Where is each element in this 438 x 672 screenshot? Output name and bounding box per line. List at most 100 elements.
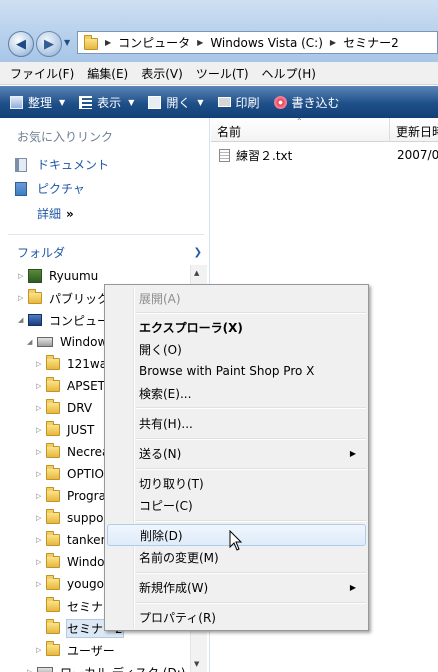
favorite-link-documents[interactable]: ドキュメント — [15, 156, 109, 173]
menu-separator — [136, 438, 366, 440]
expand-arrow-icon[interactable]: ▷ — [36, 514, 46, 522]
more-links[interactable]: 詳細 » — [37, 205, 74, 222]
menu-item-new[interactable]: 新規作成(W) ▶ — [107, 576, 366, 598]
favorite-link-pictures[interactable]: ピクチャ — [15, 180, 85, 197]
menu-item-share[interactable]: 共有(H)... — [107, 412, 366, 434]
open-icon — [148, 95, 162, 109]
menu-item-label: 開く(O) — [139, 342, 182, 357]
menu-item-label: 送る(N) — [139, 446, 182, 461]
menu-separator — [136, 407, 366, 409]
column-header-date[interactable]: 更新日時 — [396, 123, 438, 140]
menu-item-search[interactable]: 検索(E)... — [107, 382, 366, 404]
print-label: 印刷 — [235, 95, 260, 110]
address-bar[interactable]: ▶ コンピュータ ▶ Windows Vista (C:) ▶ セミナー2 — [77, 31, 438, 54]
expand-arrow-icon[interactable]: ▷ — [36, 558, 46, 566]
tree-item-folder[interactable]: ▷ DRV — [36, 397, 92, 419]
scroll-down-icon[interactable]: ▼ — [194, 660, 199, 668]
column-header-row: 名前 ⌃ 更新日時 — [211, 117, 438, 142]
menu-file[interactable]: ファイル(F) — [10, 65, 74, 82]
expand-arrow-icon[interactable]: ▷ — [36, 448, 46, 456]
folder-icon — [46, 421, 60, 436]
menu-item-properties[interactable]: プロパティ(R) — [107, 606, 366, 628]
pane-divider — [8, 234, 204, 235]
breadcrumb-drive[interactable]: Windows Vista (C:) — [210, 36, 323, 50]
folder-icon — [28, 289, 42, 304]
expand-arrow-icon[interactable]: ▷ — [36, 536, 46, 544]
folder-icon — [46, 509, 60, 524]
organize-button[interactable]: 整理 ▼ — [10, 94, 65, 111]
print-button[interactable]: 印刷 — [217, 94, 260, 111]
folder-icon — [84, 35, 98, 50]
open-button[interactable]: 開く ▼ — [148, 94, 204, 111]
expand-arrow-icon[interactable]: ▷ — [36, 492, 46, 500]
expand-arrow-icon[interactable]: ▷ — [27, 668, 37, 672]
file-row[interactable]: 練習２.txt 2007/0 — [215, 145, 438, 165]
menu-item-label: プロパティ(R) — [139, 610, 216, 625]
file-name: 練習２.txt — [236, 148, 293, 163]
collapse-arrow-icon[interactable]: ◢ — [27, 338, 37, 346]
breadcrumb-separator-icon[interactable]: ▶ — [105, 38, 111, 47]
menu-item-label: 共有(H)... — [139, 416, 193, 431]
burn-button[interactable]: 書き込む — [273, 94, 340, 111]
breadcrumb-computer[interactable]: コンピュータ — [118, 34, 190, 51]
forward-button[interactable]: ▶ — [36, 31, 62, 57]
menu-tools[interactable]: ツール(T) — [196, 65, 249, 82]
expand-arrow-icon[interactable]: ▷ — [36, 646, 46, 654]
menu-item-label: 削除(D) — [140, 528, 183, 543]
tree-item-ryuumu[interactable]: ▷ Ryuumu — [18, 265, 98, 287]
tree-item-folder[interactable]: ▷ yougo — [36, 573, 104, 595]
drive-icon — [37, 337, 53, 347]
folders-header[interactable]: フォルダ ❯ — [8, 242, 206, 262]
tree-item-folder[interactable]: ▷ JUST — [36, 419, 94, 441]
favorite-links-title: お気に入りリンク — [17, 130, 114, 144]
open-label: 開く — [166, 95, 191, 110]
menu-edit[interactable]: 編集(E) — [87, 65, 128, 82]
collapse-arrow-icon[interactable]: ◢ — [18, 316, 28, 324]
folder-icon — [46, 531, 60, 546]
expand-arrow-icon[interactable]: ▷ — [18, 294, 28, 302]
breadcrumb-folder[interactable]: セミナー2 — [343, 34, 399, 51]
expand-arrow-icon[interactable]: ▷ — [36, 382, 46, 390]
menu-help[interactable]: ヘルプ(H) — [262, 65, 316, 82]
folder-icon — [46, 443, 60, 458]
expand-arrow-icon[interactable]: ▷ — [36, 580, 46, 588]
tree-item-folder[interactable]: ▷ ユーザー — [36, 639, 115, 661]
expand-arrow-icon[interactable]: ▷ — [36, 360, 46, 368]
expand-arrow-icon[interactable]: ▷ — [36, 426, 46, 434]
column-divider[interactable] — [389, 118, 390, 142]
menu-item-label: 検索(E)... — [139, 386, 192, 401]
menu-item-label: 新規作成(W) — [139, 580, 209, 595]
menu-item-copy[interactable]: コピー(C) — [107, 494, 366, 516]
menu-item-explorer[interactable]: エクスプローラ(X) — [107, 316, 366, 338]
folder-icon — [46, 641, 60, 656]
expand-arrow-icon[interactable]: ▷ — [36, 404, 46, 412]
tree-item-folder[interactable]: ▷ support — [36, 507, 113, 529]
text-file-icon — [219, 148, 230, 162]
expand-arrow-icon[interactable]: ▷ — [18, 272, 28, 280]
recent-pages-dropdown[interactable]: ▼ — [64, 38, 70, 47]
breadcrumb-separator-icon[interactable]: ▶ — [197, 38, 203, 47]
expand-arrow-icon[interactable]: ▷ — [36, 470, 46, 478]
folder-icon — [46, 355, 60, 370]
menu-view[interactable]: 表示(V) — [141, 65, 183, 82]
folder-icon — [46, 487, 60, 502]
menu-item-expand: 展開(A) — [107, 287, 366, 309]
tree-item-label: ユーザー — [67, 643, 115, 658]
menu-item-label: 切り取り(T) — [139, 476, 204, 491]
column-header-name[interactable]: 名前 — [217, 123, 241, 140]
folder-icon — [46, 575, 60, 590]
menu-item-browse-psp[interactable]: Browse with Paint Shop Pro X — [107, 360, 366, 382]
file-date: 2007/0 — [397, 148, 438, 162]
menu-separator — [136, 520, 366, 522]
tree-item-folder[interactable]: ▷ tanken — [36, 529, 108, 551]
menu-item-open[interactable]: 開く(O) — [107, 338, 366, 360]
scroll-up-icon[interactable]: ▲ — [194, 269, 199, 277]
breadcrumb-separator-icon[interactable]: ▶ — [330, 38, 336, 47]
menu-item-send-to[interactable]: 送る(N) ▶ — [107, 442, 366, 464]
tree-item-public[interactable]: ▷ パブリック — [18, 287, 109, 309]
back-button[interactable]: ◀ — [8, 31, 34, 57]
views-label: 表示 — [97, 95, 122, 110]
tree-item-drive-d[interactable]: ▷ ローカル ディスク (D:) — [27, 661, 185, 672]
views-button[interactable]: 表示 ▼ — [79, 94, 134, 111]
menu-item-cut[interactable]: 切り取り(T) — [107, 472, 366, 494]
